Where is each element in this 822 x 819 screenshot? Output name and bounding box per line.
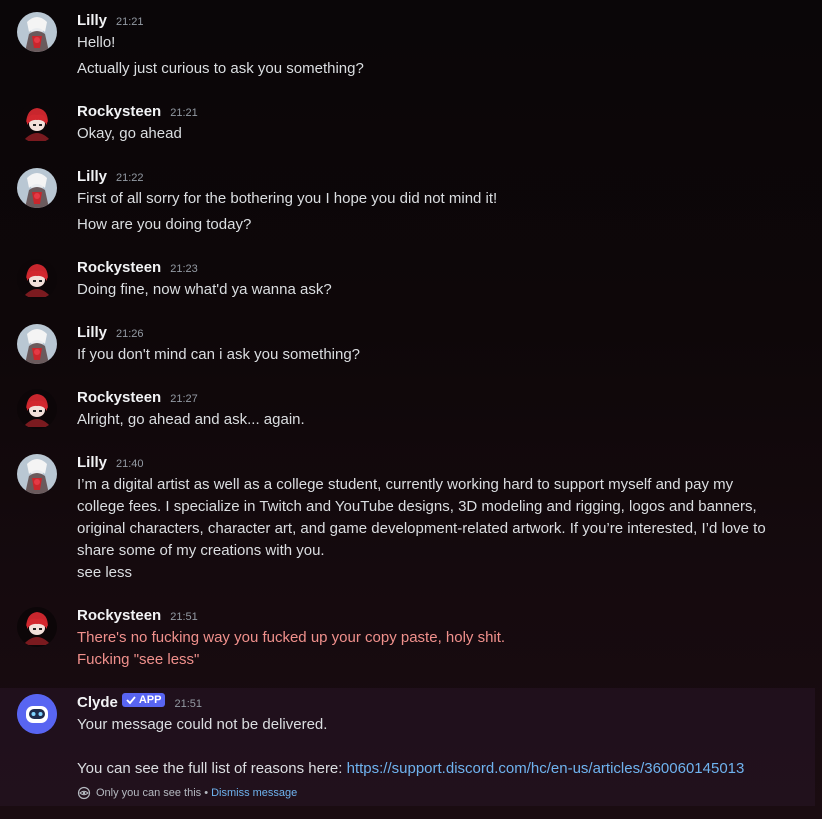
author-name[interactable]: Rockysteen xyxy=(77,389,161,406)
see-less-text: see less xyxy=(77,564,133,581)
timestamp[interactable]: 21:26 xyxy=(116,328,144,340)
app-badge: APP xyxy=(121,693,166,707)
timestamp[interactable]: 21:51 xyxy=(170,611,198,623)
message-text: First of all sorry for the bothering you… xyxy=(77,190,498,207)
message-text: Fucking "see less" xyxy=(77,651,200,668)
checkmark-icon xyxy=(126,696,136,705)
rockysteen-avatar-icon[interactable] xyxy=(17,389,57,429)
message-text: I’m a digital artist as well as a colleg… xyxy=(77,476,766,559)
timestamp[interactable]: 21:51 xyxy=(174,698,202,710)
timestamp[interactable]: 21:23 xyxy=(170,263,198,275)
author-name[interactable]: Rockysteen xyxy=(77,259,161,276)
ephemeral-notice: Only you can see this • Dismiss message xyxy=(77,786,297,800)
author-name[interactable]: Lilly xyxy=(77,12,107,29)
author-name[interactable]: Rockysteen xyxy=(77,103,161,120)
message-text: Alright, go ahead and ask... again. xyxy=(77,411,305,428)
message-text: If you don't mind can i ask you somethin… xyxy=(77,346,361,363)
message-text: Your message could not be delivered. xyxy=(77,716,328,733)
lilly-avatar-icon[interactable] xyxy=(17,324,57,364)
author-name[interactable]: Rockysteen xyxy=(77,607,161,624)
lilly-avatar-icon[interactable] xyxy=(17,168,57,208)
rockysteen-avatar-icon[interactable] xyxy=(17,103,57,143)
author-name[interactable]: Clyde xyxy=(77,694,118,711)
timestamp[interactable]: 21:40 xyxy=(116,458,144,470)
ephemeral-text: Only you can see this • xyxy=(96,787,209,799)
author-name[interactable]: Lilly xyxy=(77,324,107,341)
author-name[interactable]: Lilly xyxy=(77,454,107,471)
message-text: Actually just curious to ask you somethi… xyxy=(77,60,364,77)
rockysteen-avatar-icon[interactable] xyxy=(17,259,57,299)
message-text: You can see the full list of reasons her… xyxy=(77,760,744,777)
timestamp[interactable]: 21:22 xyxy=(116,172,144,184)
dismiss-message-link[interactable]: Dismiss message xyxy=(211,787,297,799)
message-text: Doing fine, now what'd ya wanna ask? xyxy=(77,281,332,298)
message-text: Okay, go ahead xyxy=(77,125,182,142)
lilly-avatar-icon[interactable] xyxy=(17,12,57,52)
support-link[interactable]: https://support.discord.com/hc/en-us/art… xyxy=(347,760,745,777)
timestamp[interactable]: 21:21 xyxy=(116,16,144,28)
rockysteen-avatar-icon[interactable] xyxy=(17,607,57,647)
eye-icon xyxy=(77,786,91,800)
author-name[interactable]: Lilly xyxy=(77,168,107,185)
timestamp[interactable]: 21:27 xyxy=(170,393,198,405)
lilly-avatar-icon[interactable] xyxy=(17,454,57,494)
badge-label: APP xyxy=(138,694,162,706)
message-text: There's no fucking way you fucked up you… xyxy=(77,629,506,646)
clyde-bot-avatar-icon[interactable] xyxy=(17,694,57,734)
reasons-text: You can see the full list of reasons her… xyxy=(77,760,347,777)
message-text: Hello! xyxy=(77,34,116,51)
message-text: How are you doing today? xyxy=(77,216,252,233)
timestamp[interactable]: 21:21 xyxy=(170,107,198,119)
